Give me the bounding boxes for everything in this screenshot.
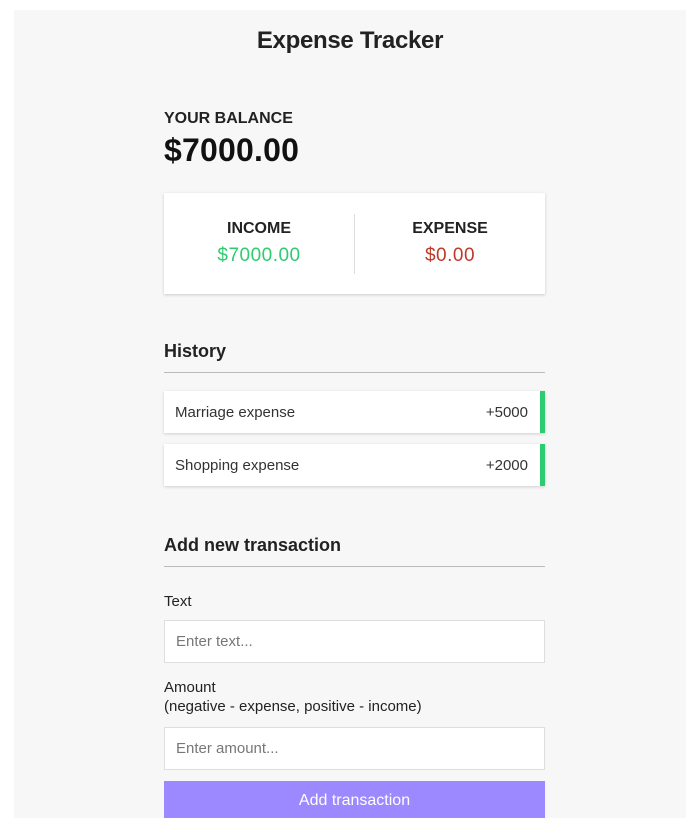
balance-value: $7000.00 xyxy=(164,132,300,168)
history-item-text: Marriage expense xyxy=(175,403,296,421)
amount-field-label: Amount (negative - expense, positive - i… xyxy=(164,678,422,716)
add-transaction-button[interactable]: Add transaction xyxy=(164,781,545,818)
income-value: $7000.00 xyxy=(217,245,301,266)
text-input[interactable] xyxy=(164,620,545,663)
expense-tracker-page: Expense Tracker YOUR BALANCE $7000.00 IN… xyxy=(14,10,686,818)
amount-input[interactable] xyxy=(164,727,545,770)
history-item[interactable]: Marriage expense +5000 xyxy=(164,391,545,433)
expense-label: EXPENSE xyxy=(412,220,488,237)
history-item-text: Shopping expense xyxy=(175,456,300,474)
balance-label: YOUR BALANCE xyxy=(164,110,293,127)
income-label: INCOME xyxy=(227,220,291,237)
history-item-amount: +5000 xyxy=(485,403,528,421)
history-title: History xyxy=(164,341,545,373)
amount-hint: (negative - expense, positive - income) xyxy=(164,698,422,715)
history-item-amount: +2000 xyxy=(485,456,528,474)
income-expense-card: INCOME $7000.00 EXPENSE $0.00 xyxy=(164,193,545,294)
history-list: Marriage expense +5000 Shopping expense … xyxy=(164,391,545,497)
amount-label: Amount xyxy=(164,679,216,696)
add-transaction-title: Add new transaction xyxy=(164,535,545,567)
app-title: Expense Tracker xyxy=(256,27,444,54)
expense-summary: EXPENSE $0.00 xyxy=(355,220,545,267)
text-field-label: Text xyxy=(164,593,192,610)
history-item[interactable]: Shopping expense +2000 xyxy=(164,444,545,486)
income-summary: INCOME $7000.00 xyxy=(164,220,354,267)
expense-value: $0.00 xyxy=(424,245,476,266)
